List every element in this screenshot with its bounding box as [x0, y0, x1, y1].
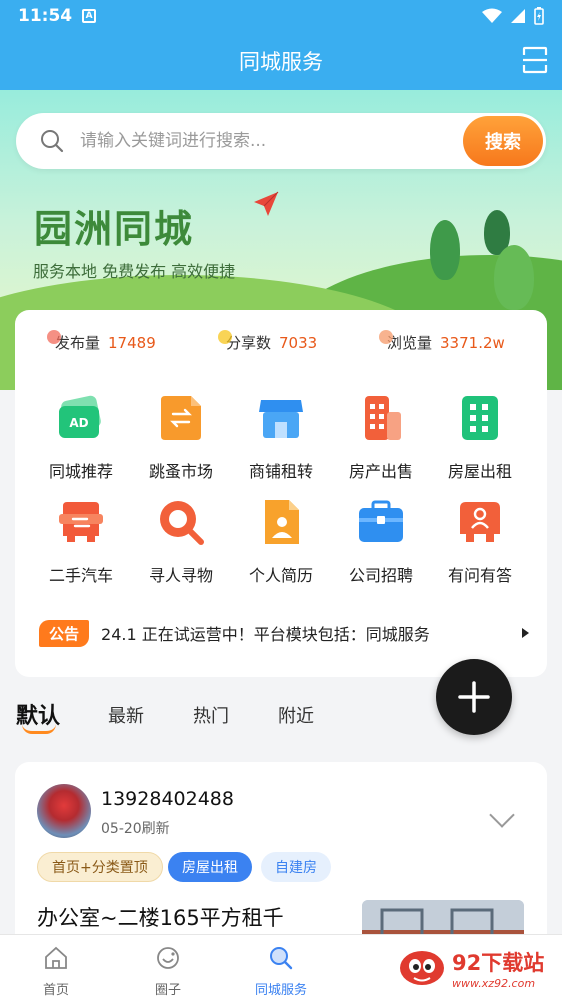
app-header: 同城服务 [0, 32, 562, 90]
stats-row: 发布量 17489 分享数 7033 浏览量 3371.2w [15, 330, 547, 358]
battery-icon [534, 7, 544, 25]
nav-city-service[interactable]: 同城服务 [241, 945, 321, 998]
stat-share: 分享数 7033 [218, 330, 318, 353]
scan-icon[interactable] [522, 46, 548, 74]
stat-dot [47, 330, 61, 344]
building-icon [365, 396, 401, 440]
car-icon [59, 502, 103, 542]
tab-nearby[interactable]: 附近 [278, 702, 314, 728]
home-icon [45, 946, 67, 969]
category-resume[interactable]: 个人简历 [232, 498, 330, 586]
category-house-sale[interactable]: 房产出售 [332, 394, 430, 482]
watermark-logo [400, 951, 444, 985]
stat-label: 浏览量 [387, 334, 433, 352]
category-label: 房产出售 [348, 462, 413, 481]
add-post-button[interactable] [436, 659, 512, 735]
banner-slogan: 服务本地 免费发布 高效便捷 [33, 262, 236, 281]
watermark-text: 92下载站 www.xz92.com [452, 947, 544, 990]
chevron-down-icon[interactable] [489, 802, 515, 828]
category-label: 公司招聘 [348, 566, 413, 585]
category-shop-rent[interactable]: 商铺租转 [232, 394, 330, 482]
search-input[interactable] [80, 131, 463, 151]
category-label: 有问有答 [447, 566, 512, 585]
stat-label: 发布量 [55, 334, 101, 352]
category-used-car[interactable]: 二手汽车 [32, 498, 130, 586]
avatar[interactable] [37, 784, 91, 838]
resume-icon [265, 500, 299, 544]
post-headline[interactable]: 办公室~二楼165平方租千 [37, 902, 284, 932]
notice-text: 24.1 正在试运营中！平台模块包括：同城服务 [101, 625, 430, 644]
play-arrow-icon[interactable] [522, 628, 529, 638]
wifi-icon [482, 8, 502, 23]
notice-tag: 公告 [39, 619, 90, 647]
nav-label: 圈子 [154, 983, 181, 998]
category-city-recommend[interactable]: AD 同城推荐 [32, 394, 130, 482]
category-flea-market[interactable]: 跳蚤市场 [132, 394, 230, 482]
stat-views: 浏览量 3371.2w [379, 330, 505, 353]
stat-dot [218, 330, 232, 344]
service-card: 发布量 17489 分享数 7033 浏览量 3371.2w AD 同城推荐 跳蚤市场 [15, 310, 547, 677]
nav-label: 同城服务 [254, 983, 307, 998]
nav-label: 首页 [42, 983, 69, 998]
category-label: 二手汽车 [48, 566, 113, 585]
category-label: 寻人寻物 [148, 566, 213, 585]
category-house-rent[interactable]: 房屋出租 [431, 394, 529, 482]
watermark-title: 92下载站 [452, 950, 545, 975]
status-bar: 11:54 A [0, 0, 562, 32]
signal-icon [511, 9, 525, 23]
page-title: 同城服务 [239, 50, 323, 74]
search-person-icon [160, 501, 204, 545]
search-button[interactable]: 搜索 [463, 116, 543, 166]
banner-title: 园洲同城 [34, 207, 195, 251]
status-time: 11:54 [18, 6, 73, 26]
category-qa[interactable]: 有问有答 [431, 498, 529, 586]
stat-dot [379, 330, 393, 344]
post-author-phone: 13928402488 [101, 788, 234, 810]
exchange-icon [161, 396, 201, 440]
chip-top-pinned: 首页+分类置顶 [37, 852, 163, 882]
category-label: 房屋出租 [447, 462, 512, 481]
nav-circle[interactable]: 圈子 [128, 945, 208, 998]
stat-value: 7033 [279, 334, 318, 352]
tab-latest[interactable]: 最新 [108, 702, 144, 728]
notification-a-icon: A [82, 9, 97, 23]
chip-category[interactable]: 房屋出租 [168, 852, 252, 882]
category-label: 个人简历 [248, 566, 313, 585]
notice-bar[interactable]: 公告 24.1 正在试运营中！平台模块包括：同城服务 [39, 616, 529, 650]
stat-value: 17489 [108, 334, 156, 352]
category-recruit[interactable]: 公司招聘 [332, 498, 430, 586]
stat-value: 3371.2w [440, 334, 505, 352]
stat-label: 分享数 [226, 334, 272, 352]
category-lost-found[interactable]: 寻人寻物 [132, 498, 230, 586]
plus-icon [458, 681, 490, 713]
watermark-url: www.xz92.com [452, 976, 536, 990]
category-label: 同城推荐 [48, 462, 113, 481]
tree-decoration [494, 245, 534, 310]
category-label: 商铺租转 [248, 462, 313, 481]
tree-decoration [430, 220, 460, 280]
search-bar: 搜索 [16, 113, 546, 169]
building-icon [462, 396, 498, 440]
status-icons [482, 7, 544, 25]
search-icon [270, 947, 293, 970]
ad-icon: AD [59, 395, 101, 438]
nav-home[interactable]: 首页 [16, 945, 96, 998]
chip-subcategory[interactable]: 自建房 [261, 852, 331, 882]
stat-publish: 发布量 17489 [47, 330, 156, 353]
qa-icon [460, 502, 500, 542]
tab-active-indicator [22, 724, 56, 734]
post-time: 05-20刷新 [101, 821, 170, 837]
briefcase-icon [359, 500, 403, 542]
kite-icon [254, 191, 279, 216]
circle-icon [157, 947, 179, 969]
shop-icon [259, 400, 303, 438]
tab-hot[interactable]: 热门 [193, 702, 229, 728]
category-label: 跳蚤市场 [148, 462, 213, 481]
svg-text:AD: AD [69, 416, 88, 430]
search-icon [41, 130, 64, 153]
watermark-overlay: 92下载站 www.xz92.com [388, 940, 558, 996]
